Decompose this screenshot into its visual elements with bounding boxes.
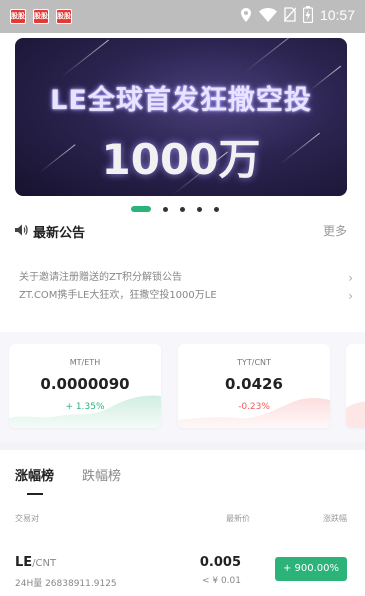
sparkline-down bbox=[346, 401, 365, 428]
ticker-card[interactable]: MT/ETH 0.0000090 + 1.35% bbox=[9, 344, 161, 428]
pair-base: LE bbox=[15, 555, 33, 570]
no-sim-icon bbox=[283, 7, 296, 22]
announcement-item[interactable]: ZT.COM携手LE大狂欢，狂撒空投1000万LE › bbox=[19, 288, 353, 306]
more-link[interactable]: 更多 bbox=[323, 222, 347, 239]
ticker-card-partial[interactable] bbox=[346, 344, 365, 428]
ticker-pair: TYT/CNT bbox=[237, 358, 271, 367]
column-header-change: 涨跌幅 bbox=[323, 514, 347, 523]
ticker-pair: MT/ETH bbox=[69, 358, 101, 367]
change-badge[interactable]: + 900.00% bbox=[275, 557, 347, 581]
page-dot[interactable] bbox=[197, 206, 202, 212]
promo-banner[interactable]: LE全球首发狂撒空投 1000万 bbox=[15, 38, 347, 196]
sparkline-up bbox=[9, 395, 161, 428]
location-icon bbox=[240, 7, 251, 22]
announcements-header: 最新公告 更多 bbox=[15, 222, 347, 241]
banner-subtitle: 1000万 bbox=[101, 135, 261, 184]
tab-losers[interactable]: 跌幅榜 bbox=[82, 465, 121, 484]
clock: 10:57 bbox=[319, 6, 355, 23]
ranking-tabs: 涨幅榜 跌幅榜 bbox=[15, 465, 121, 484]
active-tab-indicator bbox=[27, 493, 43, 495]
speaker-icon bbox=[15, 224, 28, 236]
tab-gainers[interactable]: 涨幅榜 bbox=[15, 465, 54, 484]
announcements-title: 最新公告 bbox=[33, 226, 86, 241]
announcement-text: ZT.COM携手LE大狂欢，狂撒空投1000万LE bbox=[19, 290, 217, 301]
pair-quote: /CNT bbox=[32, 558, 57, 569]
page-dot-active[interactable] bbox=[131, 206, 151, 212]
column-header-pair: 交易对 bbox=[15, 514, 39, 523]
wifi-icon bbox=[258, 7, 277, 22]
column-header-last-price: 最新价 bbox=[226, 514, 250, 523]
pair-symbol: LE/CNT bbox=[15, 555, 56, 570]
status-bar: 股股 股股 股股 10:57 bbox=[0, 0, 365, 33]
volume-24h: 24H量 26838911.9125 bbox=[15, 579, 117, 589]
page-dot[interactable] bbox=[180, 206, 185, 212]
page-dot[interactable] bbox=[214, 206, 219, 212]
notification-icon: 股股 bbox=[56, 9, 72, 24]
ticker-carousel[interactable]: MT/ETH 0.0000090 + 1.35% TYT/CNT 0.0426 … bbox=[0, 332, 365, 442]
notification-icon: 股股 bbox=[33, 9, 49, 24]
cny-price: < ¥ 0.01 bbox=[201, 576, 241, 586]
section-divider bbox=[0, 442, 365, 450]
page-dot[interactable] bbox=[163, 206, 168, 212]
notification-icon: 股股 bbox=[10, 9, 26, 24]
announcement-text: 关于邀请注册赠送的ZT积分解锁公告 bbox=[19, 272, 182, 283]
chevron-right-icon: › bbox=[348, 289, 353, 303]
battery-icon bbox=[302, 6, 313, 23]
chevron-right-icon: › bbox=[348, 271, 353, 285]
table-row[interactable]: LE/CNT 24H量 26838911.9125 0.005 < ¥ 0.01… bbox=[15, 550, 347, 594]
announcement-item[interactable]: 关于邀请注册赠送的ZT积分解锁公告 › bbox=[19, 270, 353, 288]
ticker-card[interactable]: TYT/CNT 0.0426 -0.23% bbox=[178, 344, 330, 428]
banner-pagination[interactable] bbox=[131, 206, 219, 212]
sparkline-down bbox=[178, 398, 330, 428]
announcement-list: 关于邀请注册赠送的ZT积分解锁公告 › ZT.COM携手LE大狂欢，狂撒空投10… bbox=[19, 270, 353, 306]
banner-title: LE全球首发狂撒空投 bbox=[50, 85, 312, 116]
last-price: 0.005 bbox=[199, 555, 241, 570]
